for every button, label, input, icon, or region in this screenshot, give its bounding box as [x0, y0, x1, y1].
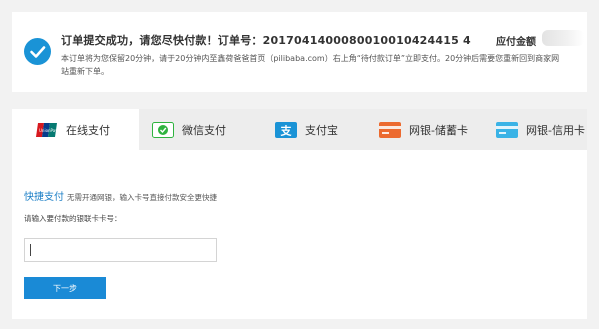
amount-due-label: 应付金额: [496, 37, 536, 48]
payment-methods-panel: UnionPay 在线支付 微信支付 支 支付宝 网银-储蓄卡 网银-信用卡 快…: [12, 109, 587, 319]
order-success-panel: 订单提交成功，请您尽快付款！订单号：2017041400080010010424…: [12, 12, 587, 92]
payment-page: 订单提交成功，请您尽快付款！订单号：2017041400080010010424…: [0, 0, 599, 329]
unionpay-icon: UnionPay: [36, 122, 58, 138]
amount-due-value-blurred: [542, 30, 584, 46]
next-step-button[interactable]: 下一步: [24, 277, 106, 299]
quick-pay-description: 无需开通网银，输入卡号直接付款安全更快捷: [67, 193, 217, 202]
wechat-pay-icon: [152, 121, 174, 138]
order-description: 本订单将为您保留20分钟，请于20分钟内至鑫荷爸爸首页（pilibaba.com…: [61, 54, 560, 76]
quick-pay-title: 快捷支付: [24, 192, 64, 203]
text-cursor: [30, 244, 31, 256]
debit-card-icon: [379, 121, 401, 138]
tab-label: 微信支付: [182, 123, 226, 137]
tab-label: 在线支付: [66, 124, 110, 137]
tab-credit-card[interactable]: 网银-信用卡: [496, 109, 587, 150]
tab-debit-card[interactable]: 网银-储蓄卡: [379, 109, 494, 150]
tab-label: 支付宝: [305, 123, 338, 137]
tab-wechat-pay[interactable]: 微信支付: [152, 109, 264, 150]
tab-online-payment[interactable]: UnionPay 在线支付: [12, 109, 139, 151]
tab-label: 网银-储蓄卡: [409, 123, 468, 137]
card-number-input[interactable]: [24, 238, 217, 262]
order-title: 订单提交成功，请您尽快付款！订单号：2017041400080010010424…: [61, 34, 471, 47]
success-check-icon: [24, 38, 51, 65]
svg-text:支: 支: [280, 123, 293, 137]
payment-tab-bar: UnionPay 在线支付 微信支付 支 支付宝 网银-储蓄卡 网银-信用卡: [12, 109, 587, 151]
credit-card-icon: [496, 121, 518, 138]
tab-label: 网银-信用卡: [526, 123, 585, 137]
alipay-icon: 支: [275, 121, 297, 138]
tab-alipay[interactable]: 支 支付宝: [275, 109, 375, 150]
svg-text:UnionPay: UnionPay: [39, 128, 58, 133]
card-number-label: 请输入要付款的银联卡卡号：: [24, 214, 122, 223]
quick-pay-line: 快捷支付 无需开通网银，输入卡号直接付款安全更快捷: [24, 185, 217, 204]
